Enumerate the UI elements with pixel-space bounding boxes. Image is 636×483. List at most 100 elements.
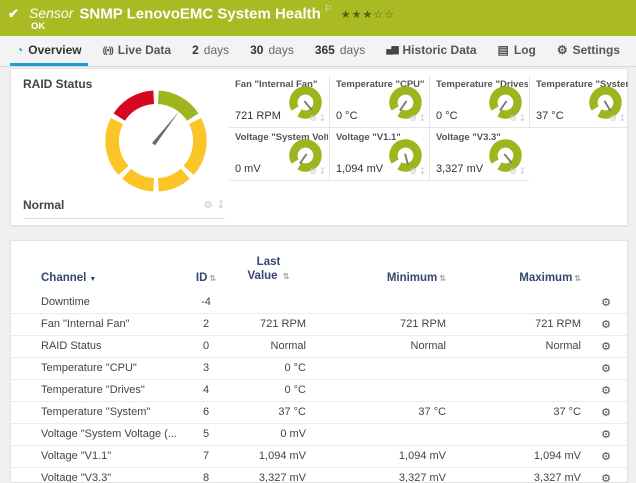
mini-gauge-panel-temp-system: Temperature "System" 37 °C ⚙ ↧ xyxy=(529,75,629,128)
gear-icon[interactable]: ⚙ xyxy=(509,113,517,124)
tab-log-label: Log xyxy=(514,43,536,57)
table-row-voltage-v11: Voltage "V1.1" 7 1,094 mV 1,094 mV 1,094… xyxy=(11,445,628,467)
pin-icon[interactable]: ↧ xyxy=(619,113,626,124)
channel-name: RAID Status xyxy=(11,335,181,357)
channel-edit-icon[interactable]: ⚙ xyxy=(601,297,611,309)
gear-icon[interactable]: ⚙ xyxy=(509,166,517,177)
channel-maximum: 37 °C xyxy=(446,401,581,423)
tab-settings[interactable]: ⚙ Settings xyxy=(551,36,626,66)
rating-stars[interactable]: ★★★☆☆ xyxy=(341,9,395,21)
column-header-last-value[interactable]: Last Value ⇅ xyxy=(231,241,306,292)
tab-historic-data[interactable]: ▄▆ Historic Data xyxy=(380,36,482,66)
mini-gauge-needle xyxy=(605,101,611,111)
gear-icon[interactable]: ⚙ xyxy=(609,113,617,124)
flag-icon[interactable]: ⚐ xyxy=(324,4,333,15)
tab-settings-label: Settings xyxy=(573,43,620,57)
channel-edit-icon[interactable]: ⚙ xyxy=(601,319,611,331)
column-header-id[interactable]: ID⇅ xyxy=(181,241,231,292)
tab-2-days[interactable]: 2 days xyxy=(186,36,235,66)
mini-gauge-needle xyxy=(405,154,408,165)
channel-id: 7 xyxy=(181,445,231,467)
panel-gear-icon[interactable]: ⚙ xyxy=(204,200,213,211)
channel-minimum: 1,094 mV xyxy=(306,445,446,467)
gear-icon[interactable]: ⚙ xyxy=(309,113,317,124)
channel-edit-icon[interactable]: ⚙ xyxy=(601,385,611,397)
mini-gauge-value: 3,327 mV xyxy=(436,163,483,175)
pin-icon[interactable]: ↧ xyxy=(319,113,326,124)
channel-minimum xyxy=(306,423,446,445)
tab-overview[interactable]: ◔ Overview xyxy=(10,36,88,66)
historic-data-icon: ▄▆ xyxy=(386,44,397,55)
mini-gauge-value: 1,094 mV xyxy=(336,163,383,175)
channel-edit-icon[interactable]: ⚙ xyxy=(601,341,611,353)
pin-icon[interactable]: ↧ xyxy=(419,113,426,124)
mini-gauge-value: 0 mV xyxy=(235,163,261,175)
channel-maximum xyxy=(446,292,581,314)
settings-gear-icon: ⚙ xyxy=(557,43,568,57)
gear-icon[interactable]: ⚙ xyxy=(409,113,417,124)
channel-maximum: 721 RPM xyxy=(446,313,581,335)
channel-last-value: 721 RPM xyxy=(231,313,306,335)
gear-icon[interactable]: ⚙ xyxy=(409,166,417,177)
raid-status-gauge xyxy=(97,82,215,200)
channel-edit-icon[interactable]: ⚙ xyxy=(601,473,611,483)
channel-name: Fan "Internal Fan" xyxy=(11,313,181,335)
table-row-downtime: Downtime -4 ⚙ xyxy=(11,292,628,314)
column-header-channel[interactable]: Channel▼ xyxy=(11,241,181,292)
channel-id: -4 xyxy=(181,292,231,314)
channel-id: 6 xyxy=(181,401,231,423)
channel-name: Temperature "Drives" xyxy=(11,379,181,401)
channel-last-value: 37 °C xyxy=(231,401,306,423)
sort-desc-icon: ▼ xyxy=(89,276,96,283)
channel-maximum xyxy=(446,357,581,379)
gear-icon[interactable]: ⚙ xyxy=(309,166,317,177)
channel-id: 2 xyxy=(181,313,231,335)
live-data-icon: ((•)) xyxy=(103,45,113,55)
channel-last-value: Normal xyxy=(231,335,306,357)
panel-pin-icon[interactable]: ↧ xyxy=(217,200,225,211)
prtg-sensor-page: ✔ SensorSNMP LenovoEMC System Health⚐★★★… xyxy=(0,0,636,483)
channel-edit-icon[interactable]: ⚙ xyxy=(601,451,611,463)
mini-gauge-panel-fan: Fan "Internal Fan" 721 RPM ⚙ ↧ xyxy=(229,75,329,128)
tab-historic-data-label: Historic Data xyxy=(403,43,477,57)
table-row-voltage-system: Voltage "System Voltage (... 5 0 mV ⚙ xyxy=(11,423,628,445)
channel-maximum: Normal xyxy=(446,335,581,357)
mini-gauge-panel-voltage-v11: Voltage "V1.1" 1,094 mV ⚙ ↧ xyxy=(329,128,429,181)
sort-icon: ⇅ xyxy=(439,274,446,283)
channel-maximum xyxy=(446,379,581,401)
pin-icon[interactable]: ↧ xyxy=(319,166,326,177)
table-row-temp-system: Temperature "System" 6 37 °C 37 °C 37 °C… xyxy=(11,401,628,423)
column-header-maximum[interactable]: Maximum⇅ xyxy=(446,241,581,292)
channel-maximum xyxy=(446,423,581,445)
channel-edit-icon[interactable]: ⚙ xyxy=(601,429,611,441)
tab-365-days[interactable]: 365 days xyxy=(309,36,371,66)
overview-gauge-icon: ◔ xyxy=(16,43,23,57)
raid-gauge-needle xyxy=(152,110,181,145)
mini-gauge-value: 0 °C xyxy=(436,110,458,122)
sort-icon: ⇅ xyxy=(283,272,290,281)
tab-30-days[interactable]: 30 days xyxy=(244,36,300,66)
channels-table: Channel▼ ID⇅ Last Value ⇅ Minimum⇅ Maxim… xyxy=(11,241,628,483)
mini-gauge-needle xyxy=(304,101,311,110)
channel-edit-icon[interactable]: ⚙ xyxy=(601,407,611,419)
column-header-minimum[interactable]: Minimum⇅ xyxy=(306,241,446,292)
channel-id: 5 xyxy=(181,423,231,445)
channel-minimum xyxy=(306,379,446,401)
mini-gauge-value: 37 °C xyxy=(536,110,564,122)
pin-icon[interactable]: ↧ xyxy=(519,166,526,177)
sort-icon: ⇅ xyxy=(574,274,581,283)
pin-icon[interactable]: ↧ xyxy=(519,113,526,124)
channel-last-value: 0 mV xyxy=(231,423,306,445)
mini-gauge-grid: Fan "Internal Fan" 721 RPM ⚙ ↧ Temperatu… xyxy=(229,75,629,181)
pin-icon[interactable]: ↧ xyxy=(419,166,426,177)
channel-minimum: 721 RPM xyxy=(306,313,446,335)
tab-log[interactable]: ▤ Log xyxy=(492,36,542,66)
channel-name: Temperature "CPU" xyxy=(11,357,181,379)
channel-last-value xyxy=(231,292,306,314)
channel-edit-icon[interactable]: ⚙ xyxy=(601,363,611,375)
channel-minimum: 3,327 mV xyxy=(306,467,446,483)
mini-gauge-needle xyxy=(504,154,511,163)
channel-id: 0 xyxy=(181,335,231,357)
channel-maximum: 3,327 mV xyxy=(446,467,581,483)
tab-live-data[interactable]: ((•)) Live Data xyxy=(97,36,178,66)
